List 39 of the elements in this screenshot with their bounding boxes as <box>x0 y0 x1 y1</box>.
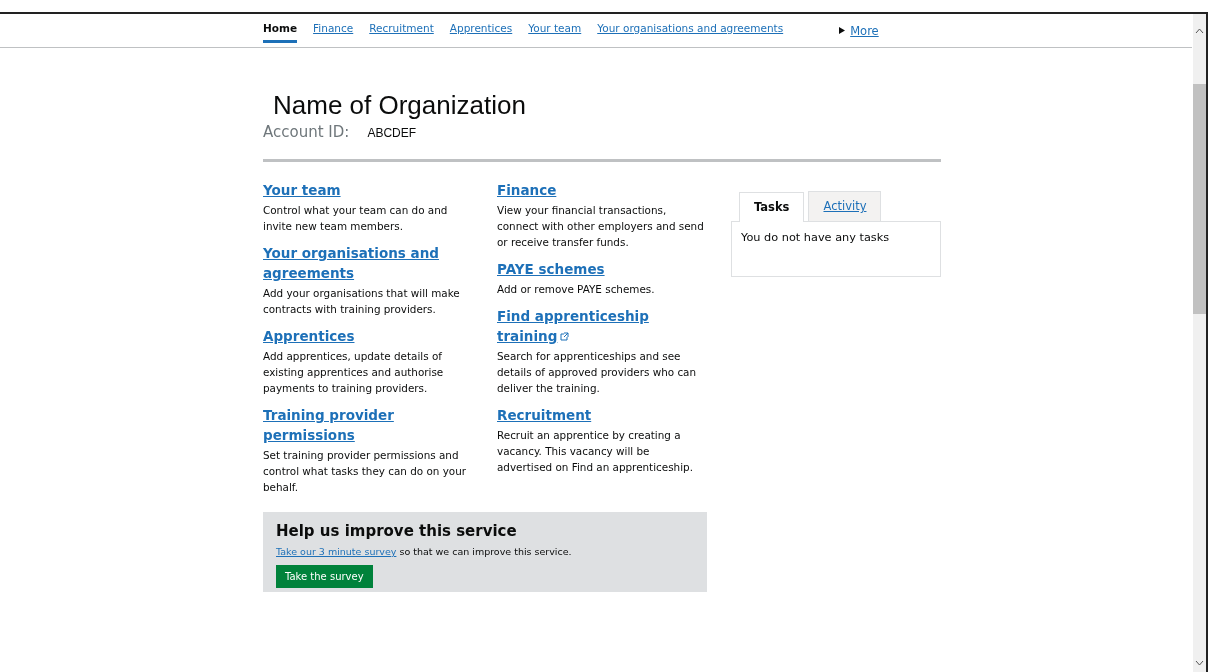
scrollbar[interactable] <box>1193 14 1206 672</box>
section-link[interactable]: Your organisations and agreements <box>263 243 471 283</box>
section-description: Add apprentices, update details of existing apprentices and authorise payments to training providers. <box>263 349 445 396</box>
nav-link[interactable]: Home <box>263 18 298 43</box>
section-description: Add your organisations that will make contracts with training providers. <box>263 286 461 317</box>
nav-link[interactable]: Apprentices <box>449 18 513 43</box>
triangle-icon <box>839 27 846 34</box>
section-description: View your financial transactions, connect with other employers and send or receive transfer funds. <box>497 203 705 250</box>
tab[interactable]: Activity <box>808 191 882 221</box>
nav-link[interactable]: Your organisations and agreements <box>597 18 784 43</box>
more-link[interactable]: More <box>850 23 879 38</box>
section-description: Recruit an apprentice by creating a vacancy. This vacancy will be advertised on Find an apprenticeship. <box>497 428 694 475</box>
feedback-text: Take our 3 minute survey so that we can improve this service. <box>276 546 573 557</box>
nav-link[interactable]: Your team <box>528 18 582 43</box>
scroll-up-icon[interactable] <box>1195 28 1204 34</box>
section-link[interactable]: Recruitment <box>497 405 592 425</box>
external-link-icon <box>560 332 570 341</box>
nav-link[interactable]: Recruitment <box>369 18 434 43</box>
survey-button[interactable]: Take the survey <box>276 565 373 588</box>
page-heading: Name of Organization <box>273 90 527 121</box>
tab-panel: You do not have any tasks <box>731 221 941 277</box>
account-id-value: ABCDEF <box>367 126 417 140</box>
section-description: Control what your team can do and invite new team members. <box>263 203 449 234</box>
section-link[interactable]: Apprentices <box>263 326 355 346</box>
section-description: Set training provider permissions and control what tasks they can do on your behalf. <box>263 448 468 495</box>
feedback-title: Help us improve this service <box>276 522 518 540</box>
scroll-down-icon[interactable] <box>1195 660 1204 666</box>
section-link[interactable]: Finance <box>497 180 557 200</box>
section-link[interactable]: Find apprenticeship training <box>497 306 705 346</box>
section-link[interactable]: Your team <box>263 180 341 200</box>
section-description: Add or remove PAYE schemes. <box>497 282 656 297</box>
scrollbar-thumb[interactable] <box>1193 84 1206 314</box>
account-id-label: Account ID: <box>263 123 350 141</box>
tab[interactable]: Tasks <box>739 192 805 222</box>
section-description: Search for apprenticeships and see details of approved providers who can deliver the training. <box>497 349 698 396</box>
section-link[interactable]: Training provider permissions <box>263 405 471 445</box>
nav-link[interactable]: Finance <box>313 18 354 43</box>
section-link[interactable]: PAYE schemes <box>497 259 605 279</box>
survey-link[interactable]: Take our 3 minute survey <box>276 546 397 557</box>
